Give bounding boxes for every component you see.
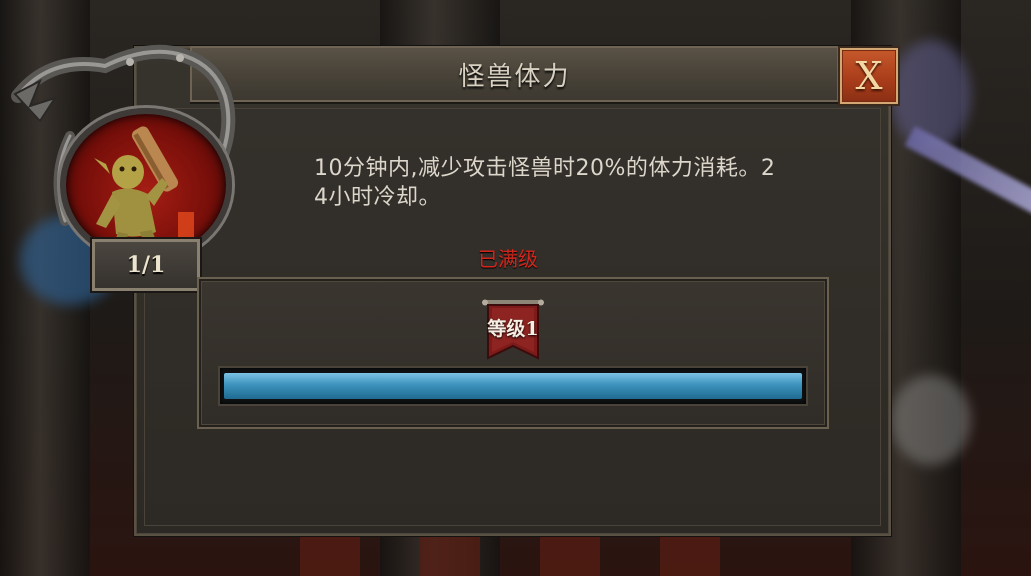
bg-blob [891, 375, 971, 465]
goblin-club-icon [94, 126, 194, 256]
skill-description: 10分钟内,减少攻击怪兽时20%的体力消耗。2 4小时冷却。 [314, 154, 874, 212]
level-label: 等级1 [487, 318, 539, 340]
skill-description-line: 4小时冷却。 [314, 185, 441, 210]
close-icon: X [855, 54, 883, 98]
max-level-status: 已满级 [478, 247, 538, 271]
level-progress-fill [224, 373, 802, 399]
dialog-title: 怪兽体力 [458, 61, 571, 92]
close-button[interactable]: X [840, 48, 898, 104]
skill-description-line: 10分钟内,减少攻击怪兽时20%的体力消耗。2 [314, 156, 776, 181]
dialog-titlebar: 怪兽体力 [190, 46, 839, 102]
monster-level-count: 1/1 [126, 252, 166, 278]
level-progress-bar [218, 366, 808, 406]
monster-level-badge: 1/1 [92, 239, 200, 291]
monster-portrait-frame: 1/1 [10, 36, 240, 291]
bg-blob [891, 40, 971, 150]
